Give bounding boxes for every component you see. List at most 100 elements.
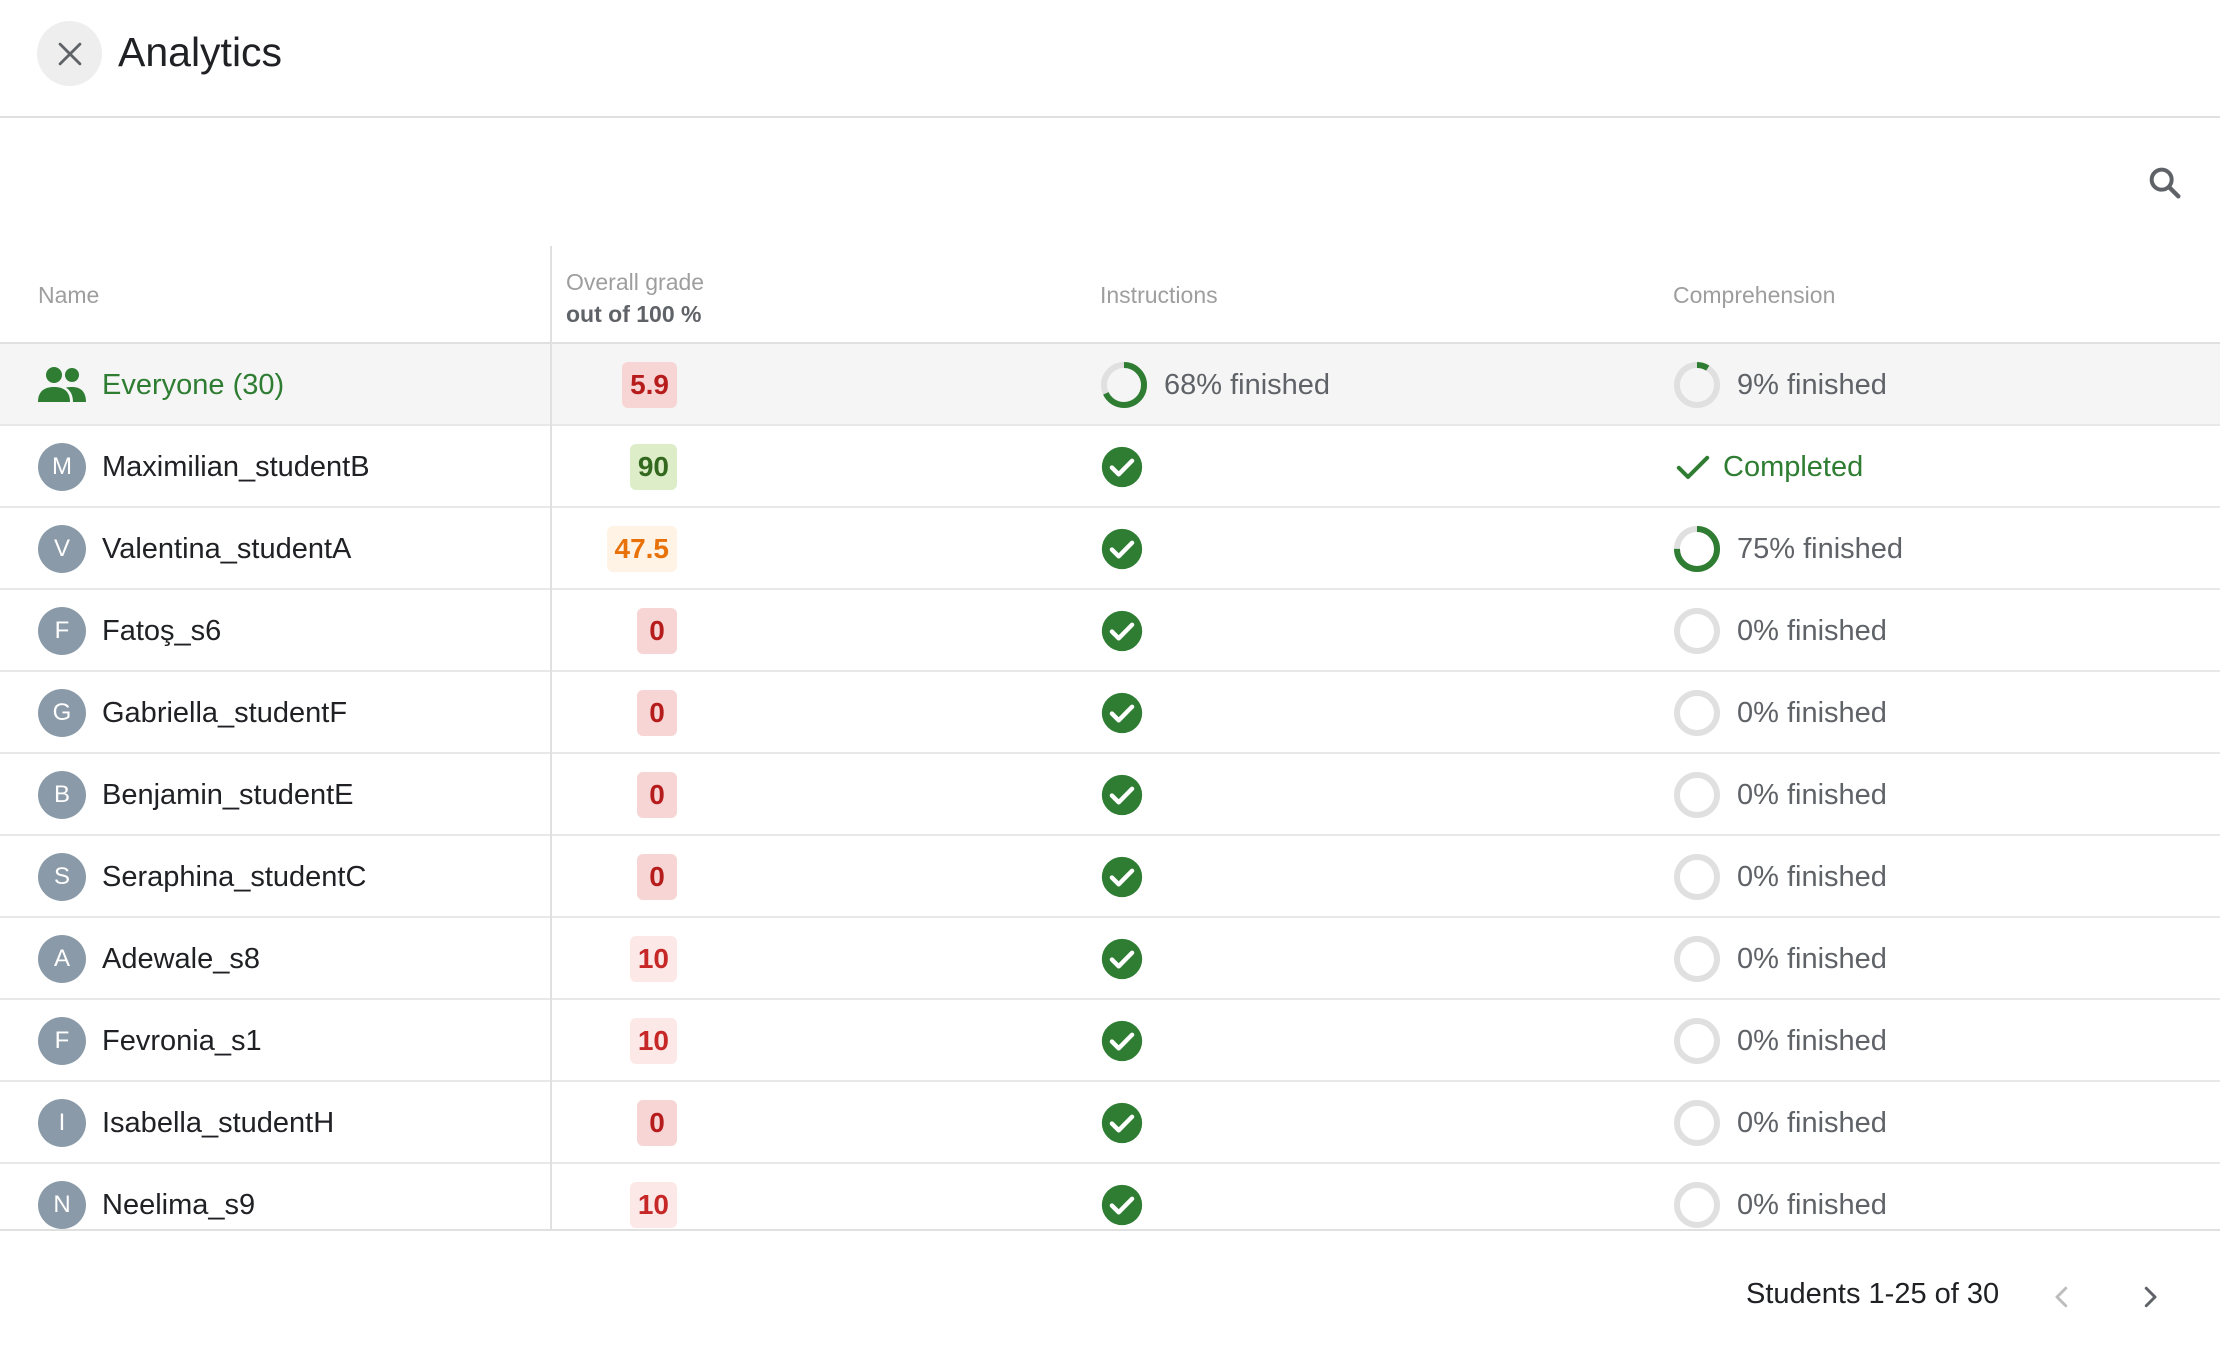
student-name[interactable]: Benjamin_studentE — [102, 754, 354, 836]
instructions-cell — [1100, 1000, 1144, 1082]
check-circle-icon — [1101, 610, 1143, 652]
avatar: G — [38, 689, 86, 737]
progress-ring-icon — [1674, 362, 1720, 408]
check-circle-icon — [1101, 446, 1143, 488]
check-icon — [1676, 455, 1710, 479]
check-circle-icon — [1101, 938, 1143, 980]
summary-comprehension: 9% finished — [1673, 344, 1887, 426]
progress-ring-icon — [1674, 526, 1720, 572]
instructions-cell — [1100, 1082, 1144, 1164]
comprehension-status: 0% finished — [1737, 942, 1887, 975]
student-name[interactable]: Maximilian_studentB — [102, 426, 370, 508]
avatar: S — [38, 853, 86, 901]
grade-badge: 0 — [637, 1100, 677, 1146]
student-name[interactable]: Valentina_studentA — [102, 508, 351, 590]
student-name[interactable]: Adewale_s8 — [102, 918, 260, 1000]
instructions-cell — [1100, 1164, 1144, 1229]
avatar: I — [38, 1099, 86, 1147]
close-button[interactable] — [37, 21, 102, 86]
column-header-grade[interactable]: Overall grade out of 100 % — [566, 266, 704, 330]
comprehension-cell: 0% finished — [1673, 1164, 1887, 1229]
instructions-cell — [1100, 426, 1144, 508]
student-name[interactable]: Fevronia_s1 — [102, 1000, 262, 1082]
table-header: Name Overall grade out of 100 % Instruct… — [0, 246, 2220, 344]
table-row[interactable]: B Benjamin_studentE 0 0% finished — [0, 754, 2220, 836]
avatar: F — [38, 607, 86, 655]
comprehension-cell: 0% finished — [1673, 754, 1887, 836]
comprehension-status: 0% finished — [1737, 1024, 1887, 1057]
progress-ring-icon — [1674, 936, 1720, 982]
student-name[interactable]: Fatoş_s6 — [102, 590, 221, 672]
analytics-table: Name Overall grade out of 100 % Instruct… — [0, 246, 2220, 1231]
column-header-name[interactable]: Name — [38, 282, 99, 309]
comprehension-status: 0% finished — [1737, 1106, 1887, 1139]
grade-badge: 0 — [637, 772, 677, 818]
check-circle-icon — [1101, 1102, 1143, 1144]
table-row[interactable]: G Gabriella_studentF 0 0% finished — [0, 672, 2220, 754]
avatar: B — [38, 771, 86, 819]
top-bar: Analytics — [0, 0, 2220, 118]
avatar: M — [38, 443, 86, 491]
progress-ring-icon — [1674, 772, 1720, 818]
table-row[interactable]: S Seraphina_studentC 0 0% finished — [0, 836, 2220, 918]
comprehension-cell: 0% finished — [1673, 590, 1887, 672]
column-header-grade-title: Overall grade — [566, 269, 705, 295]
grade-badge: 0 — [637, 690, 677, 736]
table-row[interactable]: F Fatoş_s6 0 0% finished — [0, 590, 2220, 672]
progress-ring-icon — [1674, 608, 1720, 654]
comprehension-cell: 0% finished — [1673, 918, 1887, 1000]
avatar: F — [38, 1017, 86, 1065]
summary-name[interactable]: Everyone (30) — [102, 344, 284, 426]
table-row[interactable]: N Neelima_s9 10 0% finished — [0, 1164, 2220, 1229]
comprehension-cell: 0% finished — [1673, 1082, 1887, 1164]
comprehension-status: 0% finished — [1737, 860, 1887, 893]
summary-instructions: 68% finished — [1100, 344, 1330, 426]
column-header-grade-sub: out of 100 % — [566, 301, 702, 327]
comprehension-cell: 0% finished — [1673, 1000, 1887, 1082]
chevron-right-icon — [2144, 1286, 2157, 1308]
progress-ring-icon — [1101, 362, 1147, 408]
check-circle-icon — [1101, 774, 1143, 816]
column-header-comprehension[interactable]: Comprehension — [1673, 282, 1835, 309]
search-button[interactable] — [2140, 158, 2190, 208]
avatar: A — [38, 935, 86, 983]
check-circle-icon — [1101, 1020, 1143, 1062]
progress-ring-icon — [1674, 690, 1720, 736]
grade-badge: 0 — [637, 854, 677, 900]
check-circle-icon — [1101, 1184, 1143, 1226]
previous-page-button[interactable] — [2040, 1275, 2084, 1319]
progress-ring-icon — [1674, 1182, 1720, 1228]
instructions-cell — [1100, 672, 1144, 754]
instructions-cell — [1100, 754, 1144, 836]
column-divider — [550, 246, 552, 1229]
student-name[interactable]: Seraphina_studentC — [102, 836, 366, 918]
next-page-button[interactable] — [2128, 1275, 2172, 1319]
grade-badge: 47.5 — [606, 526, 677, 572]
comprehension-cell: 0% finished — [1673, 836, 1887, 918]
avatar: N — [38, 1181, 86, 1229]
comprehension-status: Completed — [1723, 450, 1864, 483]
grade-badge: 10 — [629, 1018, 677, 1064]
student-name[interactable]: Gabriella_studentF — [102, 672, 347, 754]
comprehension-cell: 0% finished — [1673, 672, 1887, 754]
check-circle-icon — [1101, 856, 1143, 898]
page-title: Analytics — [118, 29, 283, 75]
table-row[interactable]: V Valentina_studentA 47.5 75% finished — [0, 508, 2220, 590]
summary-row[interactable]: Everyone (30) 5.9 68% finished 9% finish… — [0, 344, 2220, 426]
column-header-instructions[interactable]: Instructions — [1100, 282, 1218, 309]
grade-badge: 10 — [629, 1182, 677, 1228]
close-icon — [58, 42, 81, 65]
table-row[interactable]: M Maximilian_studentB 90 Completed — [0, 426, 2220, 508]
comprehension-status: 75% finished — [1737, 532, 1904, 565]
summary-instructions-text: 68% finished — [1164, 368, 1331, 401]
comprehension-status: 0% finished — [1737, 778, 1887, 811]
student-name[interactable]: Isabella_studentH — [102, 1082, 334, 1164]
instructions-cell — [1100, 590, 1144, 672]
grade-badge: 90 — [629, 444, 677, 490]
grade-badge: 10 — [629, 936, 677, 982]
table-row[interactable]: A Adewale_s8 10 0% finished — [0, 918, 2220, 1000]
table-row[interactable]: I Isabella_studentH 0 0% finished — [0, 1082, 2220, 1164]
table-row[interactable]: F Fevronia_s1 10 0% finished — [0, 1000, 2220, 1082]
progress-ring-icon — [1674, 1100, 1720, 1146]
student-name[interactable]: Neelima_s9 — [102, 1164, 255, 1229]
